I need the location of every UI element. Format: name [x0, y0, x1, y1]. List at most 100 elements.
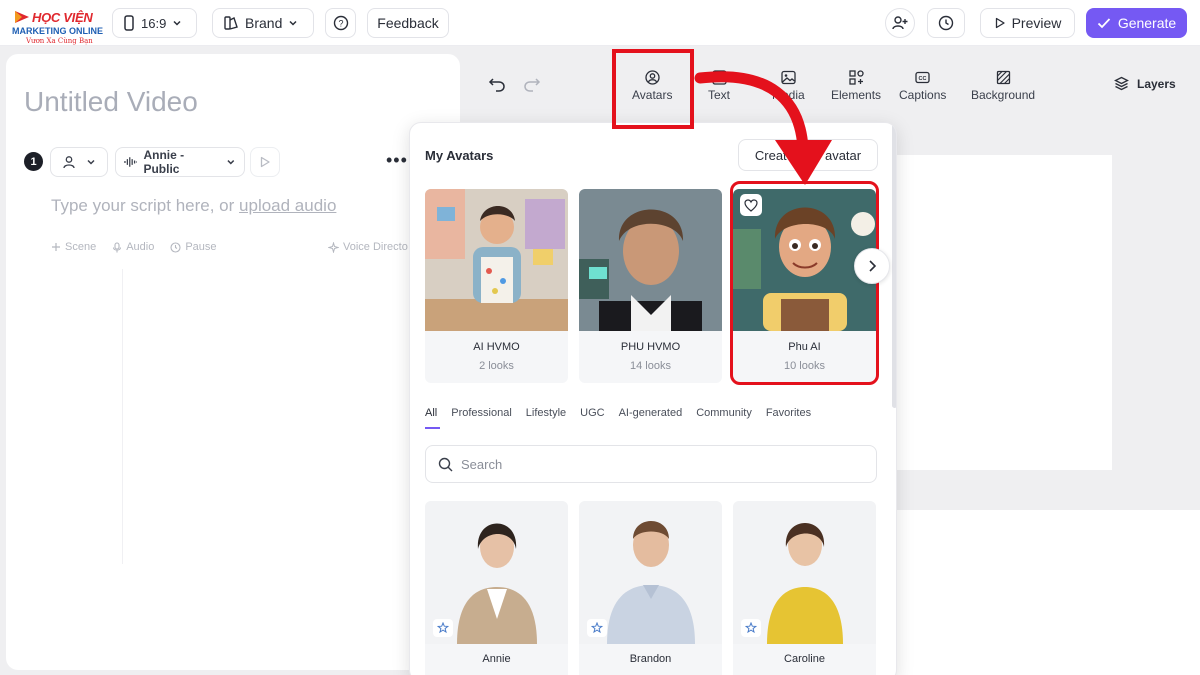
- upload-audio-link[interactable]: upload audio: [239, 196, 336, 215]
- generate-button[interactable]: Generate: [1086, 8, 1187, 38]
- add-scene-label: Scene: [65, 241, 97, 253]
- script-input[interactable]: Type your script here, or upload audio: [51, 196, 336, 216]
- star-badge: [741, 619, 761, 637]
- annotation-highlight-box: [730, 181, 879, 385]
- create-avatar-button[interactable]: Create new avatar: [738, 139, 878, 171]
- my-avatar-card[interactable]: AI HVMO 2 looks: [425, 189, 568, 383]
- logo-slogan: Vươn Xa Cùng Bạn: [26, 37, 93, 45]
- sparkle-icon: [328, 241, 339, 253]
- tool-text[interactable]: Text: [708, 70, 730, 102]
- search-icon: [438, 457, 453, 471]
- check-icon: [1097, 18, 1110, 29]
- tool-media[interactable]: Media: [772, 70, 805, 102]
- microphone-icon: [113, 241, 122, 252]
- svg-text:CC: CC: [919, 76, 927, 82]
- history-button[interactable]: [927, 8, 965, 38]
- play-scene-button[interactable]: [250, 147, 280, 177]
- brand-logo: HỌC VIỆN MARKETING ONLINE Vươn Xa Cùng B…: [10, 6, 108, 46]
- script-actions: Scene Audio Pause: [51, 241, 217, 253]
- svg-text:?: ?: [338, 19, 343, 29]
- stock-avatar-card[interactable]: Annie: [425, 501, 568, 675]
- tab-ugc[interactable]: UGC: [580, 407, 604, 419]
- feedback-label: Feedback: [377, 15, 439, 31]
- avatar-name: AI HVMO: [473, 341, 520, 353]
- avatar-name: Caroline: [784, 653, 825, 665]
- logo-text: HỌC VIỆN: [32, 10, 93, 25]
- tab-all[interactable]: All: [425, 407, 437, 419]
- brand-label: Brand: [245, 15, 283, 31]
- star-badge: [433, 619, 453, 637]
- more-options-icon[interactable]: •••: [386, 150, 408, 171]
- aspect-ratio-select[interactable]: 16:9: [112, 8, 197, 38]
- layers-label: Layers: [1137, 76, 1176, 91]
- text-icon: [711, 70, 727, 85]
- person-icon: [63, 156, 75, 169]
- chevron-down-icon: [227, 160, 235, 165]
- avatar-search-input[interactable]: Search: [425, 445, 877, 483]
- tool-media-label: Media: [772, 88, 805, 102]
- carousel-next-button[interactable]: [854, 248, 890, 284]
- video-canvas[interactable]: [880, 155, 1112, 470]
- top-bar: HỌC VIỆN MARKETING ONLINE Vươn Xa Cùng B…: [0, 0, 1200, 46]
- script-panel: Untitled Video 1 Annie - Public ••• Type…: [6, 54, 460, 670]
- undo-icon[interactable]: [488, 76, 506, 92]
- tab-professional[interactable]: Professional: [451, 407, 512, 419]
- add-scene-button[interactable]: Scene: [51, 241, 96, 253]
- avatar-panel: My Avatars Create new avatar AI HVMO 2 l…: [409, 122, 897, 675]
- play-icon: [260, 156, 270, 168]
- layers-button[interactable]: Layers: [1114, 76, 1176, 91]
- tool-text-label: Text: [708, 88, 731, 102]
- scrollbar[interactable]: [892, 123, 896, 408]
- avatar-thumbnail: [425, 189, 568, 331]
- tool-background-label: Background: [971, 88, 1036, 102]
- tab-lifestyle[interactable]: Lifestyle: [526, 407, 566, 419]
- category-tabs: All Professional Lifestyle UGC AI-genera…: [425, 407, 811, 419]
- add-pause-button[interactable]: Pause: [170, 241, 217, 253]
- clock-icon: [938, 15, 954, 31]
- tab-ai-generated[interactable]: AI-generated: [619, 407, 683, 419]
- avatar-name: PHU HVMO: [620, 341, 681, 353]
- help-button[interactable]: ?: [325, 8, 356, 38]
- add-user-icon: [892, 16, 908, 30]
- avatar-looks-count: 2 looks: [479, 360, 514, 372]
- logo-subtext: MARKETING ONLINE: [12, 26, 103, 36]
- star-sparkle-icon: [744, 622, 757, 634]
- tool-elements[interactable]: Elements: [831, 70, 881, 102]
- redo-icon[interactable]: [523, 76, 541, 92]
- scene-number-badge: 1: [24, 152, 43, 171]
- voice-select[interactable]: Annie - Public: [115, 147, 245, 177]
- search-placeholder: Search: [461, 456, 503, 472]
- stock-avatar-card[interactable]: Caroline: [733, 501, 876, 675]
- avatar-thumbnail: [579, 189, 722, 331]
- layers-icon: [1114, 76, 1129, 91]
- tab-community[interactable]: Community: [696, 407, 752, 419]
- voice-director-button[interactable]: Voice Directo: [328, 241, 408, 253]
- tool-background[interactable]: Background: [971, 70, 1035, 102]
- tool-captions[interactable]: CC Captions: [899, 70, 946, 102]
- play-icon: [995, 17, 1005, 29]
- feedback-button[interactable]: Feedback: [367, 8, 449, 38]
- my-avatar-card[interactable]: PHU HVMO 14 looks: [579, 189, 722, 383]
- preview-button[interactable]: Preview: [980, 8, 1075, 38]
- preview-label: Preview: [1011, 15, 1062, 31]
- phone-icon: [124, 15, 134, 31]
- brand-select[interactable]: Brand: [212, 8, 314, 38]
- star-sparkle-icon: [436, 622, 449, 634]
- script-placeholder: Type your script here, or: [51, 196, 240, 215]
- brand-kit-icon: [224, 16, 238, 30]
- share-button[interactable]: [885, 8, 915, 38]
- avatar-name: Annie: [482, 653, 511, 665]
- stock-avatar-card[interactable]: Brandon: [579, 501, 722, 675]
- chevron-right-icon: [869, 260, 877, 272]
- avatar-name: Brandon: [629, 653, 672, 665]
- background-icon: [996, 70, 1010, 85]
- annotation-highlight-box: [612, 49, 694, 129]
- video-title[interactable]: Untitled Video: [24, 86, 198, 118]
- scene-avatar-select[interactable]: [50, 147, 108, 177]
- tool-captions-label: Captions: [899, 88, 947, 102]
- add-audio-button[interactable]: Audio: [112, 241, 154, 253]
- star-badge: [587, 619, 607, 637]
- my-avatars-heading: My Avatars: [425, 148, 494, 163]
- tab-favorites[interactable]: Favorites: [766, 407, 811, 419]
- pause-clock-icon: [170, 241, 181, 253]
